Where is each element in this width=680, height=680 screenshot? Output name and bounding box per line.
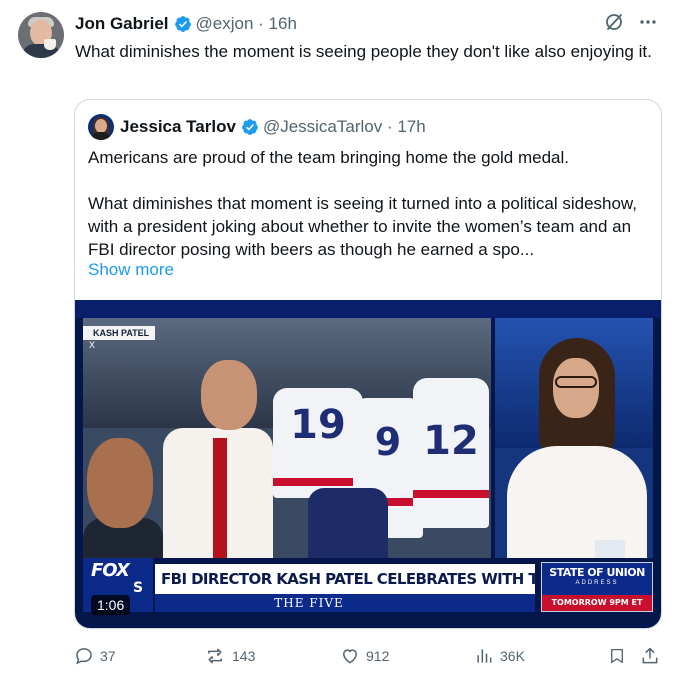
anchor-face [553,358,599,418]
tweet-text: What diminishes the moment is seeing peo… [75,42,652,61]
video-right-panel [495,318,653,558]
red-tie [213,438,227,558]
video-left-panel: 19 9 12 KASH PATEL X [83,318,491,558]
show-more-link[interactable]: Show more [88,260,174,280]
more-options-icon[interactable] [638,12,658,32]
quoted-tweet-time[interactable]: 17h [397,117,425,137]
reply-button[interactable]: 37 [74,646,116,666]
quoted-tweet-text: Americans are proud of the team bringing… [88,146,648,261]
water-glass [595,540,625,558]
share-button[interactable] [640,646,660,666]
bookmark-icon [611,648,623,664]
header-separator: · [382,117,398,136]
author-avatar[interactable] [18,12,64,58]
views-chart-icon [477,649,492,663]
navy-shirt-person [308,488,388,558]
kash-label-x: X [89,340,96,350]
repost-icon [208,648,222,664]
tweet-header: Jon Gabriel @exjon · 16h [75,14,297,34]
video-player[interactable]: 19 9 12 KASH PATEL X FOX S FBI DIRECTOR … [75,300,661,628]
verified-badge-icon [242,119,258,135]
grok-icon[interactable] [604,12,624,32]
tweet-top-actions [604,12,658,32]
tweet: Jon Gabriel @exjon · 16h What diminishes… [0,0,680,680]
header-separator: · [253,14,269,33]
video-top-band [75,300,661,318]
reply-count: 37 [100,648,116,664]
verified-badge-icon [174,16,191,32]
jersey-19: 19 [273,388,363,498]
quoted-author-avatar[interactable] [88,114,114,140]
man-face [201,360,257,430]
jersey-12: 12 [413,378,489,528]
tweet-action-bar: 37 143 912 36K [74,646,662,668]
video-duration: 1:06 [91,595,131,615]
views-button[interactable]: 36K [474,646,525,666]
reply-icon [76,648,92,665]
quoted-tweet-header: Jessica Tarlov @JessicaTarlov · 17h [88,114,426,140]
quoted-tweet[interactable]: Jessica Tarlov @JessicaTarlov · 17h Amer… [74,99,662,629]
kash-patel-label: KASH PATEL [83,326,156,340]
quoted-paragraph-1: Americans are proud of the team bringing… [88,148,569,167]
author-handle[interactable]: @exjon [196,14,254,34]
lower-third: FOX S FBI DIRECTOR KASH PATEL CELEBRATES… [83,558,653,620]
anchor-white-top [507,446,647,558]
quoted-paragraph-2: What diminishes that moment is seeing it… [88,194,637,259]
share-icon [642,647,658,664]
quoted-author-name[interactable]: Jessica Tarlov [120,117,236,137]
like-button[interactable]: 912 [340,646,389,666]
like-count: 912 [366,648,390,664]
kash-patel-face [87,438,153,528]
show-name: THE FIVE [274,596,344,610]
author-name[interactable]: Jon Gabriel [75,14,169,34]
sotu-bug: STATE OF UNION ADDRESS TOMORROW 9PM ET [541,562,653,612]
view-count: 36K [500,648,525,664]
repost-button[interactable]: 143 [204,646,255,666]
heart-icon [342,649,358,664]
video-headline: FBI DIRECTOR KASH PATEL CELEBRATES WITH … [155,564,535,594]
quoted-author-handle[interactable]: @JessicaTarlov [263,117,382,137]
bookmark-button[interactable] [608,646,626,666]
anchor-glasses [555,376,597,388]
tweet-time[interactable]: 16h [269,14,297,34]
repost-count: 143 [232,648,256,664]
